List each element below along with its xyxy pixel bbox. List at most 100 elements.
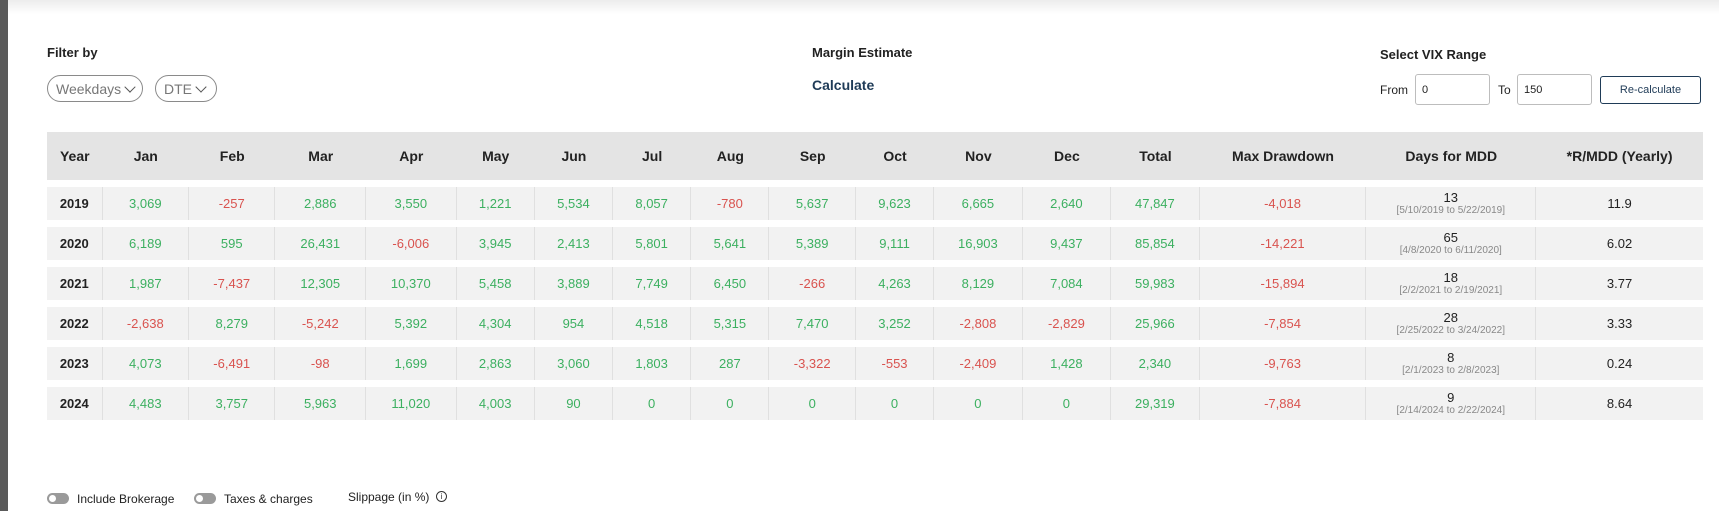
month-cell: 11,020 bbox=[366, 387, 457, 420]
column-header: Total bbox=[1111, 132, 1200, 180]
year-cell: 2022 bbox=[47, 307, 103, 340]
max-drawdown-cell: -7,854 bbox=[1199, 307, 1367, 340]
taxes-toggle[interactable] bbox=[194, 493, 216, 504]
window-edge bbox=[0, 0, 8, 511]
taxes-label: Taxes & charges bbox=[224, 492, 313, 506]
column-header: Jun bbox=[534, 132, 614, 180]
yearly-results-table: Year Jan Feb Mar Apr May Jun Jul Aug Sep Oct Nov Dec… bbox=[47, 125, 1703, 427]
month-cell: -2,638 bbox=[102, 307, 190, 340]
month-cell: 287 bbox=[691, 347, 770, 380]
month-cell: 4,073 bbox=[102, 347, 190, 380]
month-cell: 16,903 bbox=[934, 227, 1023, 260]
month-cell: 0 bbox=[613, 387, 692, 420]
month-cell: 0 bbox=[855, 387, 935, 420]
dte-dropdown[interactable]: DTE bbox=[155, 75, 217, 102]
filter-title: Filter by bbox=[47, 45, 98, 60]
year-cell: 2024 bbox=[47, 387, 103, 420]
mdd-days-count: 13 bbox=[1443, 189, 1458, 205]
month-cell: 90 bbox=[534, 387, 614, 420]
mdd-date-range: [5/10/2019 to 5/22/2019] bbox=[1396, 204, 1505, 216]
vix-from-input[interactable] bbox=[1415, 74, 1490, 105]
margin-estimate-title: Margin Estimate bbox=[812, 45, 913, 60]
table-row: 2021 1,987 -7,437 12,305 10,370 5,458 3,889 7,7… bbox=[47, 267, 1703, 300]
month-cell: 4,483 bbox=[102, 387, 190, 420]
column-header: Nov bbox=[934, 132, 1023, 180]
top-shadow bbox=[8, 0, 1719, 14]
month-cell: 5,534 bbox=[534, 187, 614, 220]
column-header: Dec bbox=[1022, 132, 1112, 180]
month-cell: 4,518 bbox=[613, 307, 692, 340]
month-cell: 5,458 bbox=[456, 267, 535, 300]
month-cell: 0 bbox=[934, 387, 1023, 420]
month-cell: 3,252 bbox=[855, 307, 935, 340]
column-header: *R/MDD (Yearly) bbox=[1536, 132, 1703, 180]
mdd-days-count: 9 bbox=[1447, 389, 1455, 405]
month-cell: 3,550 bbox=[366, 187, 457, 220]
weekdays-dropdown-label: Weekdays bbox=[56, 80, 122, 97]
column-header: Apr bbox=[366, 132, 457, 180]
table-row: 2022 -2,638 8,279 -5,242 5,392 4,304 954 4,518 5… bbox=[47, 307, 1703, 340]
results-table-container: Year Jan Feb Mar Apr May Jun Jul Aug Sep Oct Nov Dec… bbox=[47, 132, 1703, 427]
calculate-link[interactable]: Calculate bbox=[812, 77, 874, 93]
brokerage-label: Include Brokerage bbox=[77, 492, 175, 506]
month-cell: 0 bbox=[769, 387, 856, 420]
r-mdd-cell: 3.33 bbox=[1536, 307, 1703, 340]
mdd-days-count: 28 bbox=[1443, 309, 1458, 325]
r-mdd-cell: 0.24 bbox=[1536, 347, 1703, 380]
month-cell: 1,221 bbox=[456, 187, 535, 220]
mdd-date-range: [2/1/2023 to 2/8/2023] bbox=[1402, 364, 1500, 376]
vix-to-input[interactable] bbox=[1517, 74, 1592, 105]
month-cell: 0 bbox=[1022, 387, 1112, 420]
r-mdd-cell: 3.77 bbox=[1536, 267, 1703, 300]
max-drawdown-cell: -9,763 bbox=[1199, 347, 1367, 380]
year-cell: 2023 bbox=[47, 347, 103, 380]
month-cell: 10,370 bbox=[366, 267, 457, 300]
column-header: Year bbox=[47, 132, 103, 180]
month-cell: 7,470 bbox=[769, 307, 856, 340]
mdd-days-cell: 8 [2/1/2023 to 2/8/2023] bbox=[1366, 347, 1537, 380]
month-cell: -6,491 bbox=[189, 347, 276, 380]
column-header: Days for MDD bbox=[1366, 132, 1537, 180]
total-cell: 29,319 bbox=[1111, 387, 1200, 420]
month-cell: -3,322 bbox=[769, 347, 856, 380]
month-cell: 7,749 bbox=[613, 267, 692, 300]
month-cell: 3,069 bbox=[102, 187, 190, 220]
month-cell: 8,129 bbox=[934, 267, 1023, 300]
table-body: 2019 3,069 -257 2,886 3,550 1,221 5,534 8,057 -7… bbox=[47, 187, 1703, 420]
month-cell: -2,409 bbox=[934, 347, 1023, 380]
month-cell: 6,665 bbox=[934, 187, 1023, 220]
weekdays-dropdown[interactable]: Weekdays bbox=[47, 75, 143, 102]
month-cell: 9,111 bbox=[855, 227, 935, 260]
month-cell: 3,060 bbox=[534, 347, 614, 380]
month-cell: 1,428 bbox=[1022, 347, 1112, 380]
mdd-date-range: [2/25/2022 to 3/24/2022] bbox=[1396, 324, 1505, 336]
month-cell: -5,242 bbox=[275, 307, 367, 340]
brokerage-toggle[interactable] bbox=[47, 493, 69, 504]
total-cell: 59,983 bbox=[1111, 267, 1200, 300]
recalculate-button[interactable]: Re-calculate bbox=[1600, 76, 1701, 104]
column-header: Jul bbox=[613, 132, 692, 180]
total-cell: 25,966 bbox=[1111, 307, 1200, 340]
r-mdd-cell: 8.64 bbox=[1536, 387, 1703, 420]
month-cell: 5,389 bbox=[769, 227, 856, 260]
month-cell: -266 bbox=[769, 267, 856, 300]
month-cell: 5,315 bbox=[691, 307, 770, 340]
year-cell: 2021 bbox=[47, 267, 103, 300]
column-header: Aug bbox=[691, 132, 770, 180]
max-drawdown-cell: -4,018 bbox=[1199, 187, 1367, 220]
month-cell: 5,801 bbox=[613, 227, 692, 260]
column-header: Mar bbox=[275, 132, 367, 180]
mdd-days-cell: 18 [2/2/2021 to 2/19/2021] bbox=[1366, 267, 1537, 300]
month-cell: 9,623 bbox=[855, 187, 935, 220]
month-cell: 5,637 bbox=[769, 187, 856, 220]
mdd-days-cell: 13 [5/10/2019 to 5/22/2019] bbox=[1366, 187, 1537, 220]
table-row: 2023 4,073 -6,491 -98 1,699 2,863 3,060 1,803 28… bbox=[47, 347, 1703, 380]
chevron-down-icon bbox=[195, 80, 207, 93]
month-cell: 3,757 bbox=[189, 387, 276, 420]
total-cell: 2,340 bbox=[1111, 347, 1200, 380]
mdd-days-cell: 65 [4/8/2020 to 6/11/2020] bbox=[1366, 227, 1537, 260]
chevron-down-icon bbox=[124, 80, 136, 93]
month-cell: 5,392 bbox=[366, 307, 457, 340]
info-icon[interactable]: i bbox=[436, 491, 447, 502]
dte-dropdown-label: DTE bbox=[164, 80, 192, 97]
